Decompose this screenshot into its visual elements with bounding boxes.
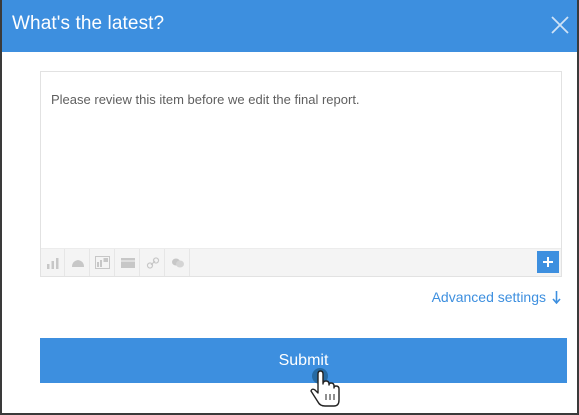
dialog-header: What's the latest? [2,0,577,52]
plus-icon [543,257,553,267]
close-button[interactable] [549,14,571,36]
advanced-settings-link[interactable]: Advanced settings [432,289,561,305]
comment-text[interactable]: Please review this item before we edit t… [51,92,551,107]
report-button[interactable] [116,249,140,276]
advanced-settings-label: Advanced settings [431,289,546,305]
bar-chart-icon [46,257,58,269]
comment-button[interactable] [166,249,190,276]
comment-icon [171,258,184,267]
bar-chart-button[interactable] [41,249,65,276]
cloud-icon [71,259,84,267]
link-button[interactable] [141,249,165,276]
dashboard-icon [95,256,110,269]
cloud-button[interactable] [66,249,90,276]
close-icon [551,16,569,34]
submit-label: Submit [278,351,329,369]
add-button[interactable] [537,251,559,273]
link-icon [146,256,159,269]
comment-dialog: What's the latest? Please review this it… [0,0,579,415]
report-icon [120,257,135,268]
comment-editor[interactable]: Please review this item before we edit t… [40,71,562,277]
arrow-down-icon [552,290,561,304]
dialog-title: What's the latest? [12,13,165,34]
submit-button[interactable]: Submit [40,338,567,383]
dashboard-button[interactable] [91,249,115,276]
editor-toolbar [41,248,561,276]
